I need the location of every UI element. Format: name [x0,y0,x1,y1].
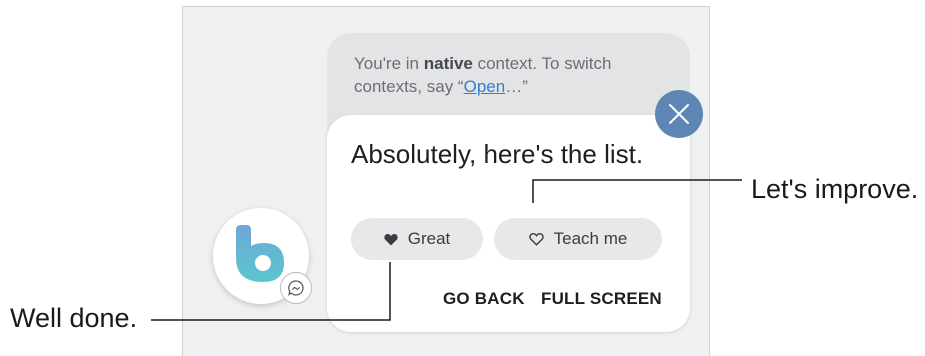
callout-lets-improve: Let's improve. [751,174,919,204]
callout-well-done: Well done. [10,303,138,333]
